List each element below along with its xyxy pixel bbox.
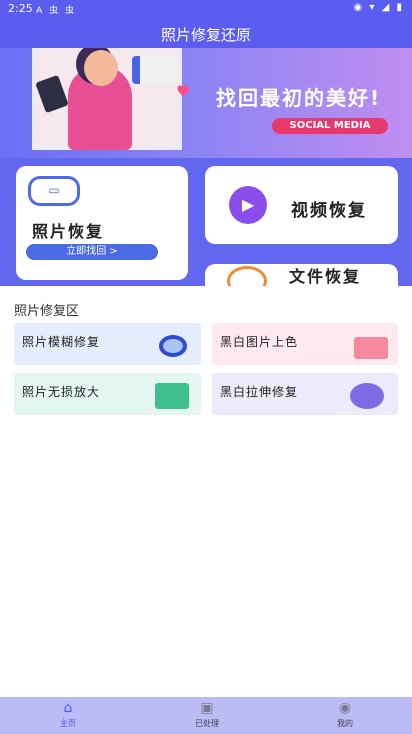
- megaphone-icon: [132, 56, 182, 84]
- photo-icon: ▭: [28, 176, 80, 206]
- recover-now-button[interactable]: 立即找回 >: [26, 244, 158, 260]
- tile-label: 黑白拉伸修复: [220, 385, 299, 399]
- file-recovery-card[interactable]: 文件恢复: [205, 264, 398, 286]
- repair-section-title: 照片修复区: [14, 304, 80, 319]
- nav-label: 主页: [60, 719, 76, 728]
- banner-slogan: 找回最初的美好!: [216, 86, 382, 110]
- pencil-note-icon: [354, 337, 388, 359]
- blur-repair-tile[interactable]: 照片模糊修复: [14, 323, 201, 365]
- photo-recovery-card[interactable]: ▭ 照片恢复 立即找回 >: [16, 166, 188, 280]
- nav-item-processed[interactable]: ▣ 已处理: [157, 697, 257, 734]
- tile-label: 黑白图片上色: [220, 335, 299, 349]
- nav-item-profile[interactable]: ◉ 我的: [295, 697, 395, 734]
- play-icon: ▶: [229, 186, 267, 224]
- file-icon: [227, 266, 267, 286]
- lossless-enlarge-tile[interactable]: 照片无损放大: [14, 373, 201, 415]
- photo-recovery-label: 照片恢复: [32, 222, 105, 241]
- enlarge-icon: [155, 383, 189, 409]
- feature-cards: ▭ 照片恢复 立即找回 > ▶ 视频恢复 文件恢复: [0, 158, 412, 286]
- processed-icon: ▣: [200, 700, 214, 716]
- hero-banner[interactable]: ♥ 找回最初的美好! SOCIAL MEDIA: [0, 48, 412, 158]
- bottom-nav: ⌂ 主页 ▣ 已处理 ◉ 我的: [0, 697, 412, 734]
- status-time: 2:25: [8, 2, 33, 15]
- page-title: 照片修复还原: [160, 26, 251, 44]
- video-recovery-label: 视频恢复: [291, 201, 367, 221]
- colorize-tile[interactable]: 黑白图片上色: [212, 323, 398, 365]
- tile-label: 照片模糊修复: [22, 335, 101, 349]
- tile-label: 照片无损放大: [22, 385, 101, 399]
- heart-icon: ♥: [176, 82, 191, 101]
- system-icons: ◉ ▾ ◢ ▮: [353, 2, 404, 13]
- notification-icons: A 虫 虫: [36, 6, 76, 16]
- nav-item-home[interactable]: ⌂ 主页: [18, 697, 118, 734]
- nav-label: 我的: [337, 719, 353, 728]
- profile-icon: ◉: [338, 700, 352, 716]
- file-recovery-label: 文件恢复: [289, 267, 362, 286]
- stretch-repair-tile[interactable]: 黑白拉伸修复: [212, 373, 398, 415]
- video-recovery-card[interactable]: ▶ 视频恢复: [205, 166, 398, 244]
- magnifier-icon: [159, 335, 187, 357]
- gear-icon: [350, 383, 384, 409]
- home-icon: ⌂: [63, 700, 73, 716]
- nav-label: 已处理: [195, 719, 219, 728]
- app-header: 2:25 A 虫 虫 ◉ ▾ ◢ ▮ 照片修复还原: [0, 0, 412, 48]
- status-bar: 2:25 A 虫 虫 ◉ ▾ ◢ ▮: [0, 0, 412, 18]
- banner-tag: SOCIAL MEDIA: [272, 118, 388, 134]
- banner-person-head: [84, 50, 118, 86]
- app-screen: 2:25 A 虫 虫 ◉ ▾ ◢ ▮ 照片修复还原 ♥ 找回最初的美好! SOC…: [0, 0, 412, 734]
